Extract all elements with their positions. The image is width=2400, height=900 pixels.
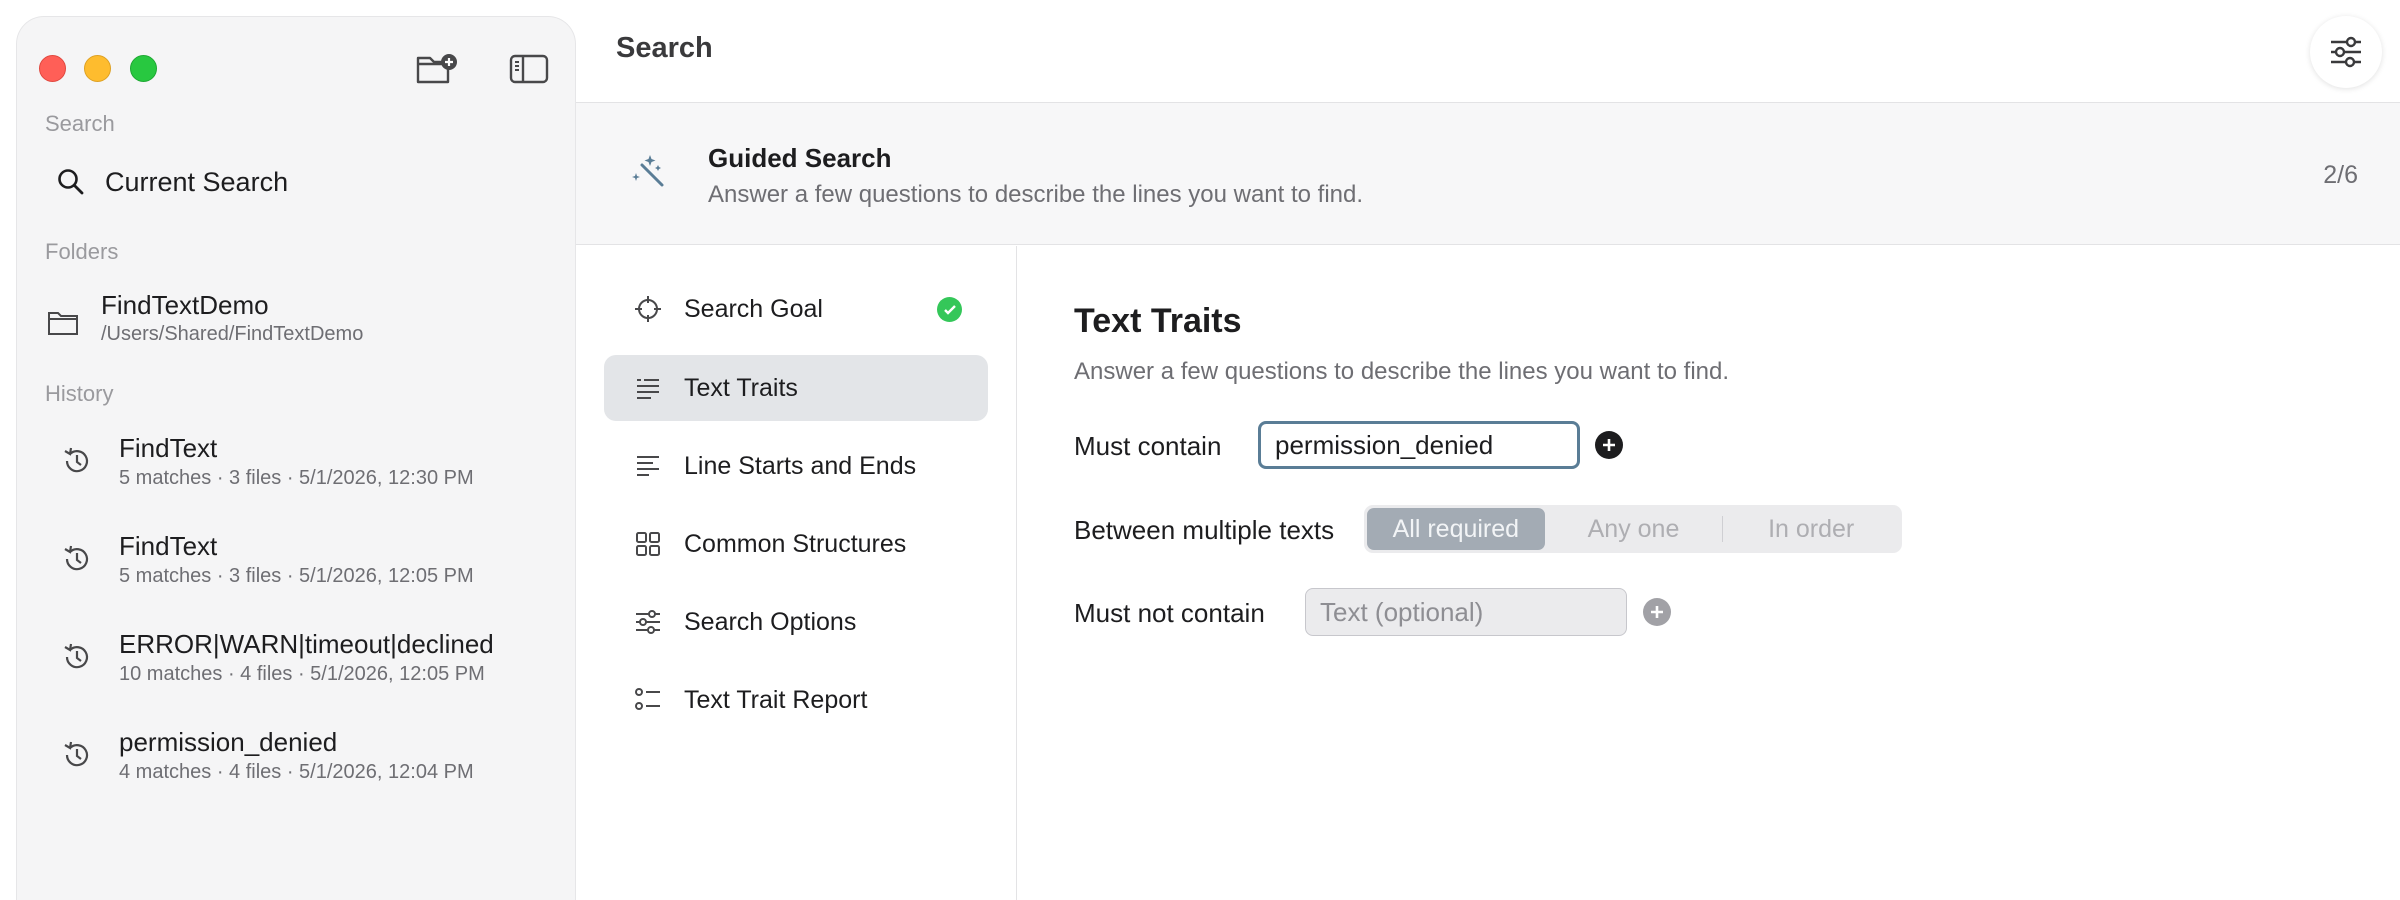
- history-icon: [64, 643, 89, 669]
- minimize-window-button[interactable]: [84, 55, 111, 82]
- search-section-label: Search: [45, 111, 115, 136]
- segment-any-one[interactable]: Any one: [1545, 508, 1723, 550]
- close-window-button[interactable]: [39, 55, 66, 82]
- sliders-icon: [2331, 36, 2361, 68]
- current-search-label: Current Search: [105, 166, 289, 197]
- checkmark-icon: [937, 297, 962, 322]
- checklist-icon: [635, 688, 660, 710]
- sidebar: Search Current Search Folders FindTextDe…: [16, 16, 576, 900]
- history-meta: 5 matches · 3 files · 5/1/2026, 12:30 PM: [119, 467, 474, 489]
- history-item[interactable]: ERROR|WARN|timeout|declined 10 matches ·…: [61, 628, 494, 686]
- folder-plus-icon: [416, 54, 457, 84]
- history-meta: 4 matches · 4 files · 5/1/2026, 12:04 PM: [119, 761, 474, 783]
- section-title: Text Traits: [1074, 302, 1242, 340]
- text-format-icon: [637, 379, 659, 399]
- toggle-sidebar-button[interactable]: [507, 50, 551, 88]
- banner-subtitle: Answer a few questions to describe the l…: [708, 181, 1364, 208]
- folder-name: FindTextDemo: [101, 290, 269, 320]
- magic-wand-icon: [632, 155, 664, 187]
- step-common-structures[interactable]: Common Structures: [604, 511, 988, 577]
- history-item[interactable]: FindText 5 matches · 3 files · 5/1/2026,…: [61, 432, 474, 490]
- grid-icon: [636, 532, 660, 556]
- search-icon: [58, 169, 84, 195]
- step-label: Search Options: [684, 607, 857, 636]
- segment-in-order[interactable]: In order: [1723, 508, 1899, 550]
- step-label: Text Trait Report: [684, 685, 868, 714]
- step-label: Line Starts and Ends: [684, 451, 917, 480]
- folder-item[interactable]: FindTextDemo /Users/Shared/FindTextDemo: [47, 289, 363, 346]
- match-mode-segmented-control: All required Any one In order: [1364, 505, 1902, 553]
- step-line-starts-ends[interactable]: Line Starts and Ends: [604, 433, 988, 499]
- plus-icon: [1603, 439, 1615, 451]
- history-meta: 10 matches · 4 files · 5/1/2026, 12:05 P…: [119, 663, 485, 685]
- must-not-contain-label: Must not contain: [1074, 598, 1265, 628]
- step-text-trait-report[interactable]: Text Trait Report: [604, 667, 988, 733]
- align-left-icon: [637, 456, 659, 476]
- plus-icon: [1651, 606, 1663, 618]
- folder-icon: [48, 312, 78, 335]
- steps-divider: [1016, 246, 1017, 900]
- history-meta: 5 matches · 3 files · 5/1/2026, 12:05 PM: [119, 565, 474, 587]
- step-search-options[interactable]: Search Options: [604, 589, 988, 655]
- step-label: Search Goal: [684, 294, 823, 323]
- new-folder-button[interactable]: [415, 50, 459, 88]
- folders-section-label: Folders: [45, 239, 119, 264]
- history-title: FindText: [119, 531, 218, 561]
- guided-search-banner: Guided Search Answer a few questions to …: [576, 103, 2400, 245]
- sidebar-icon: [509, 54, 549, 84]
- zoom-window-button[interactable]: [130, 55, 157, 82]
- between-texts-label: Between multiple texts: [1074, 515, 1335, 545]
- history-title: FindText: [119, 433, 218, 463]
- banner-title: Guided Search: [708, 143, 892, 173]
- step-progress: 2/6: [2323, 161, 2358, 189]
- step-text-traits[interactable]: Text Traits: [604, 355, 988, 421]
- crosshair-icon: [635, 296, 661, 322]
- step-search-goal[interactable]: Search Goal: [604, 276, 988, 342]
- settings-button[interactable]: [2310, 16, 2382, 88]
- history-item[interactable]: FindText 5 matches · 3 files · 5/1/2026,…: [61, 530, 474, 588]
- must-not-contain-input[interactable]: [1305, 588, 1627, 636]
- history-item[interactable]: permission_denied 4 matches · 4 files · …: [61, 726, 474, 784]
- folder-path: /Users/Shared/FindTextDemo: [101, 323, 364, 345]
- add-must-contain-button[interactable]: [1595, 431, 1623, 459]
- add-must-not-contain-button[interactable]: [1643, 598, 1671, 626]
- sliders-icon: [636, 610, 660, 634]
- history-icon: [64, 447, 89, 473]
- history-section-label: History: [45, 381, 114, 406]
- step-label: Text Traits: [684, 373, 798, 402]
- history-icon: [64, 741, 89, 767]
- must-contain-input[interactable]: [1258, 421, 1580, 469]
- history-icon: [64, 545, 89, 571]
- must-contain-label: Must contain: [1074, 431, 1222, 461]
- section-subtitle: Answer a few questions to describe the l…: [1074, 358, 1730, 385]
- current-search-item[interactable]: Current Search: [57, 157, 288, 207]
- history-title: ERROR|WARN|timeout|declined: [119, 629, 494, 659]
- page-title: Search: [616, 32, 713, 64]
- step-label: Common Structures: [684, 529, 907, 558]
- history-title: permission_denied: [119, 727, 338, 757]
- segment-all-required[interactable]: All required: [1367, 508, 1545, 550]
